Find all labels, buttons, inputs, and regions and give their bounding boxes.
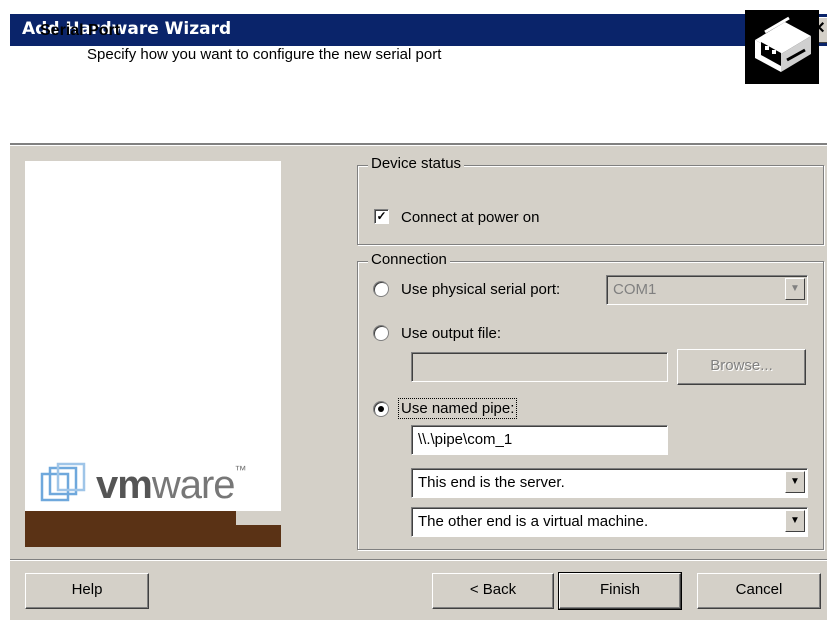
named-pipe-label[interactable]: Use named pipe: (398, 398, 518, 419)
physical-port-value: COM1 (613, 281, 657, 298)
cancel-button[interactable]: Cancel (697, 573, 821, 609)
serial-port-icon (745, 10, 819, 84)
end-role-select[interactable]: This end is the server. ▼ (411, 468, 808, 498)
vmware-logo-icon (40, 462, 92, 512)
page-title: Serial Port (40, 22, 121, 39)
connect-at-power-on-checkbox[interactable]: ✓ (374, 209, 389, 224)
chevron-down-icon[interactable]: ▼ (785, 471, 805, 493)
browse-button[interactable]: Browse... (677, 349, 806, 385)
end-role-value: This end is the server. (418, 474, 565, 491)
back-button[interactable]: < Back (432, 573, 554, 609)
help-button[interactable]: Help (25, 573, 149, 609)
pipe-name-input[interactable]: \\.\pipe\com_1 (411, 425, 668, 455)
output-file-input[interactable] (411, 352, 668, 382)
device-status-group (357, 165, 824, 245)
other-end-value: The other end is a virtual machine. (418, 513, 649, 530)
connect-at-power-on-label[interactable]: Connect at power on (401, 209, 539, 226)
chevron-down-icon[interactable]: ▼ (785, 510, 805, 532)
output-file-radio[interactable] (373, 325, 389, 341)
output-file-label[interactable]: Use output file: (401, 325, 501, 342)
logo-bar-notch (236, 511, 281, 525)
title-bar: Add Hardware Wizard ✕ (10, 14, 827, 46)
connection-legend: Connection (368, 251, 450, 268)
finish-button[interactable]: Finish (558, 572, 682, 610)
physical-port-radio[interactable] (373, 281, 389, 297)
device-status-legend: Device status (368, 155, 465, 172)
physical-port-select[interactable]: COM1 ▼ (606, 275, 808, 305)
physical-port-label[interactable]: Use physical serial port: (401, 281, 560, 298)
other-end-select[interactable]: The other end is a virtual machine. ▼ (411, 507, 808, 537)
chevron-down-icon[interactable]: ▼ (785, 278, 805, 300)
page-subtitle: Specify how you want to configure the ne… (87, 46, 442, 63)
vmware-logo: vmware™ (96, 463, 247, 507)
named-pipe-radio[interactable] (373, 401, 389, 417)
